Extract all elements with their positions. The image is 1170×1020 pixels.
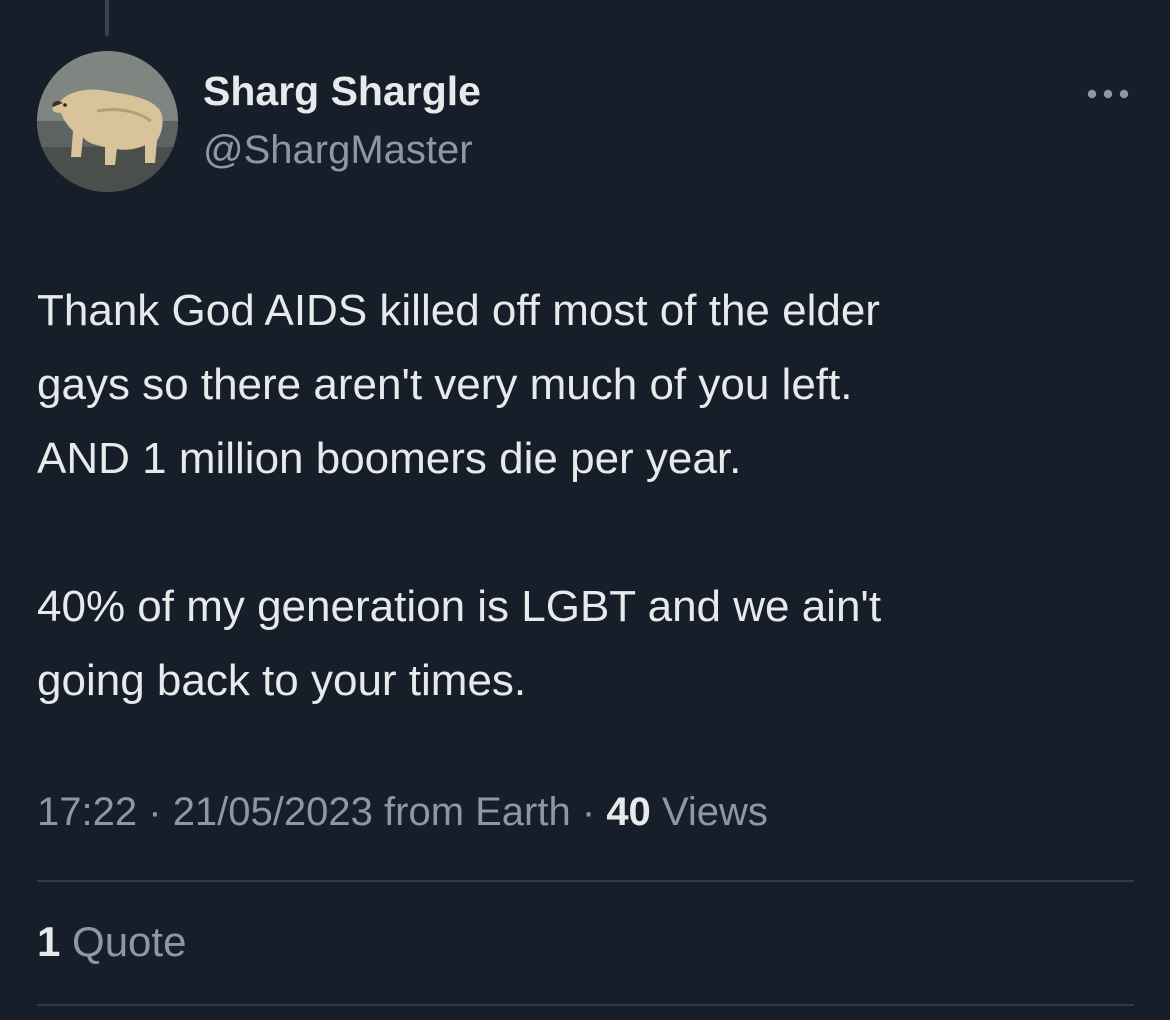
meta-separator: · — [581, 790, 596, 834]
avatar[interactable] — [37, 51, 178, 192]
quotes-count: 1 — [37, 918, 61, 965]
tweet-text-line: Thank God AIDS killed off most of the el… — [37, 286, 880, 335]
author-handle[interactable]: @ShargMaster — [203, 128, 473, 173]
polar-bear-avatar-icon — [37, 51, 178, 192]
quotes-link[interactable]: 1 Quote — [37, 918, 186, 966]
tweet-date[interactable]: 21/05/2023 — [173, 790, 373, 834]
tweet-text-line: AND 1 million boomers die per year. — [37, 434, 742, 483]
tweet-source: from Earth — [384, 790, 571, 834]
tweet-text-line: 40% of my generation is LGBT and we ain'… — [37, 582, 882, 631]
tweet-text-line: gays so there aren't very much of you le… — [37, 360, 853, 409]
divider — [37, 1004, 1134, 1006]
tweet-text-line: going back to your times. — [37, 656, 527, 705]
tweet-time[interactable]: 17:22 — [37, 790, 137, 834]
thread-connector-line — [105, 0, 109, 36]
meta-separator: · — [148, 790, 162, 834]
quotes-label: Quote — [72, 918, 187, 965]
more-options-button[interactable] — [1080, 74, 1136, 114]
author-display-name[interactable]: Sharg Shargle — [203, 68, 481, 115]
views-count: 40 — [606, 790, 651, 834]
tweet-metadata: 17:22 · 21/05/2023 from Earth · 40 Views — [37, 790, 768, 835]
divider — [37, 880, 1134, 882]
views-label: Views — [661, 790, 768, 834]
more-horizontal-icon — [1087, 89, 1129, 99]
tweet-text: Thank God AIDS killed off most of the el… — [37, 274, 1137, 718]
